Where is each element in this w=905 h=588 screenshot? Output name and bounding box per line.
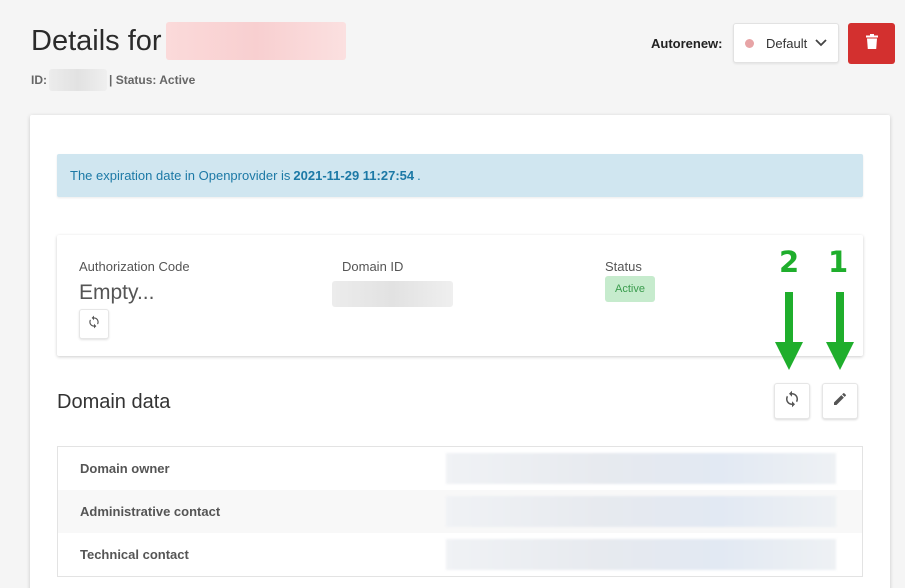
page-title: Details for: [31, 22, 346, 60]
row-label: Administrative contact: [80, 504, 221, 519]
info-box: Authorization Code Empty... Domain ID St…: [57, 235, 863, 356]
autorenew-selected-value: Default: [766, 35, 808, 51]
alert-text-end: .: [417, 168, 421, 183]
redacted-contact-value: [446, 539, 836, 570]
annotation-number-1: 1: [828, 245, 849, 279]
status-text: | Status: Active: [109, 73, 196, 87]
domain-data-table: Domain owner Administrative contact Tech…: [57, 446, 863, 577]
row-label: Technical contact: [80, 547, 189, 562]
status-badge: Active: [605, 276, 655, 302]
redacted-id: [49, 69, 107, 91]
id-label: ID:: [31, 73, 47, 87]
expiration-alert: The expiration date in Openprovider is 2…: [57, 154, 863, 197]
redacted-contact-value: [446, 453, 836, 484]
domain-data-title: Domain data: [57, 391, 171, 413]
table-row: Administrative contact: [58, 490, 862, 533]
refresh-icon: [87, 315, 101, 334]
domain-id-label: Domain ID: [342, 259, 404, 274]
table-row: Technical contact: [58, 533, 862, 576]
details-card: The expiration date in Openprovider is 2…: [30, 115, 890, 588]
annotation-number-2: 2: [779, 245, 800, 279]
refresh-icon: [783, 390, 801, 413]
redacted-contact-value: [446, 496, 836, 527]
auth-refresh-button[interactable]: [79, 309, 109, 339]
sync-domain-data-button[interactable]: [774, 383, 810, 419]
meta-line: ID: | Status: Active: [31, 69, 195, 91]
auth-code-value: Empty...: [79, 281, 155, 304]
auth-code-label: Authorization Code: [79, 259, 190, 274]
status-label: Status: [605, 259, 642, 274]
alert-date: 2021-11-29 11:27:54: [293, 168, 415, 183]
alert-text: The expiration date in Openprovider is: [70, 168, 291, 183]
table-row: Domain owner: [58, 447, 862, 490]
trash-icon: [865, 33, 878, 54]
redacted-domain-id: [332, 281, 453, 307]
chevron-down-icon: [815, 39, 827, 47]
edit-domain-data-button[interactable]: [822, 383, 858, 419]
autorenew-label: Autorenew:: [651, 36, 723, 51]
redacted-domain-name: [165, 22, 346, 60]
green-arrow-icon-2: [775, 292, 803, 370]
status-dot-icon: [745, 38, 754, 48]
delete-button[interactable]: [848, 23, 895, 64]
pencil-icon: [832, 391, 848, 412]
page-title-text: Details for: [31, 24, 162, 57]
green-arrow-icon-1: [826, 292, 854, 370]
autorenew-select[interactable]: Default: [733, 23, 839, 63]
row-label: Domain owner: [80, 461, 170, 476]
